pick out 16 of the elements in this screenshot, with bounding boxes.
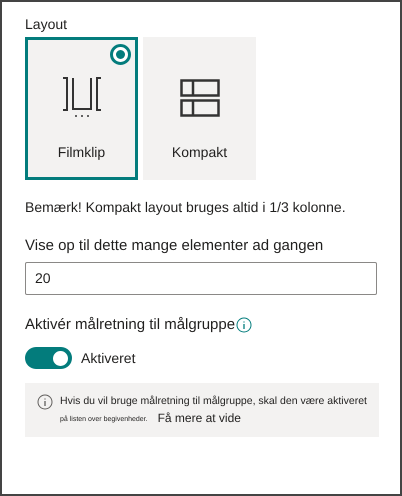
info-icon[interactable] bbox=[236, 317, 252, 333]
layout-option[interactable]: Filmklip bbox=[25, 37, 138, 180]
toggle-label: Aktiveret bbox=[81, 348, 136, 368]
note-text: Bemærk! Kompakt layout bruges altid i 1/3 kolonne. bbox=[25, 198, 347, 217]
section-label: Layout bbox=[25, 15, 68, 34]
count-input-field[interactable]: 20 bbox=[25, 262, 377, 295]
radio-selected-icon bbox=[110, 44, 131, 65]
targeting-label: Aktivér målretning til målgruppe bbox=[25, 315, 236, 335]
layout-option[interactable]: Kompakt bbox=[143, 37, 256, 180]
grid-layout-icon bbox=[180, 79, 220, 117]
toggle-switch[interactable] bbox=[25, 347, 72, 369]
learn-more-link[interactable]: Få mere at vide bbox=[158, 411, 241, 425]
info-text: Hvis du vil bruge målretning til målgruppe, skal den være aktiveret bbox=[60, 394, 367, 409]
field-label: Vise op til dette mange elementer ad gangen bbox=[25, 236, 324, 256]
filmstrip-icon bbox=[62, 77, 102, 119]
info-icon bbox=[37, 394, 53, 410]
